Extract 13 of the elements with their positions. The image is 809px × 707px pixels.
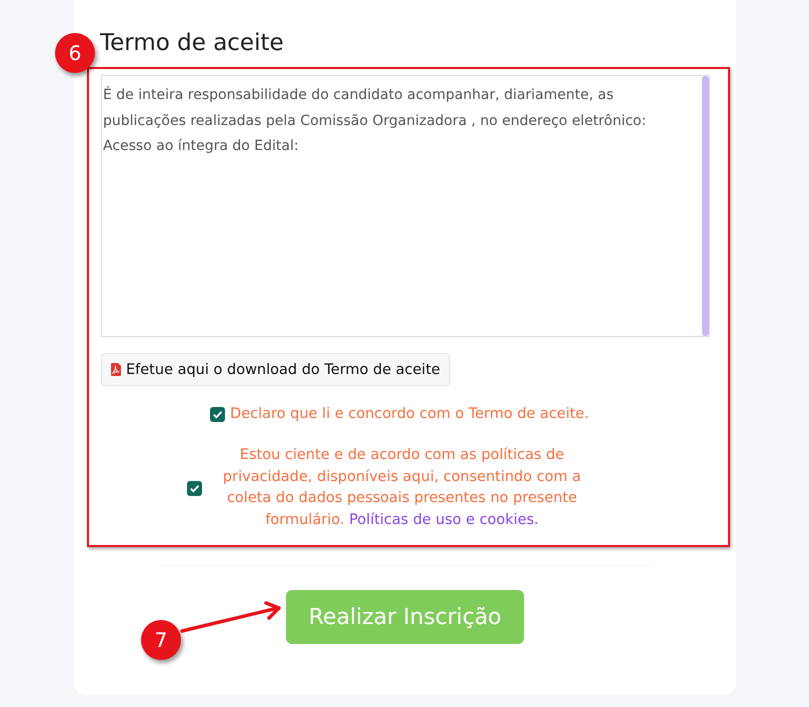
checkbox[interactable] bbox=[210, 406, 226, 422]
terms-paragraph: É de inteira responsabilidade do candidato acompanhar, diariamente, as publicações realizadas pela Comissão Organizadora , no endereço eletrônico: bbox=[103, 85, 648, 130]
terms-paragraph: Acesso ao íntegra do Edital: bbox=[103, 137, 300, 156]
agreement-text: Estou ciente e de acordo com as políticas de privacidade, disponíveis aqui, consentindo com a coleta do dados pessoais presentes no presente formulário. Políticas de uso e cookies. bbox=[222, 446, 582, 530]
pdf-file-icon bbox=[111, 363, 121, 376]
scrollbar-thumb[interactable] bbox=[702, 76, 709, 336]
callout-badge: 6 bbox=[55, 33, 95, 73]
section-title: Termo de aceite bbox=[100, 29, 285, 58]
terms-text-area[interactable]: É de inteira responsabilidade do candidato acompanhar, diariamente, as publicações realizadas pela Comissão Organizadora , no endereço eletrônico: Acesso ao íntegra do Edital: bbox=[101, 75, 710, 337]
agreement-text: Declaro que li e concordo com o Termo de aceite. bbox=[230, 405, 589, 424]
policy-link[interactable]: Políticas de uso e cookies. bbox=[349, 512, 539, 528]
checkbox[interactable] bbox=[187, 480, 202, 496]
download-button[interactable]: Efetue aqui o download do Termo de aceite bbox=[101, 353, 450, 386]
